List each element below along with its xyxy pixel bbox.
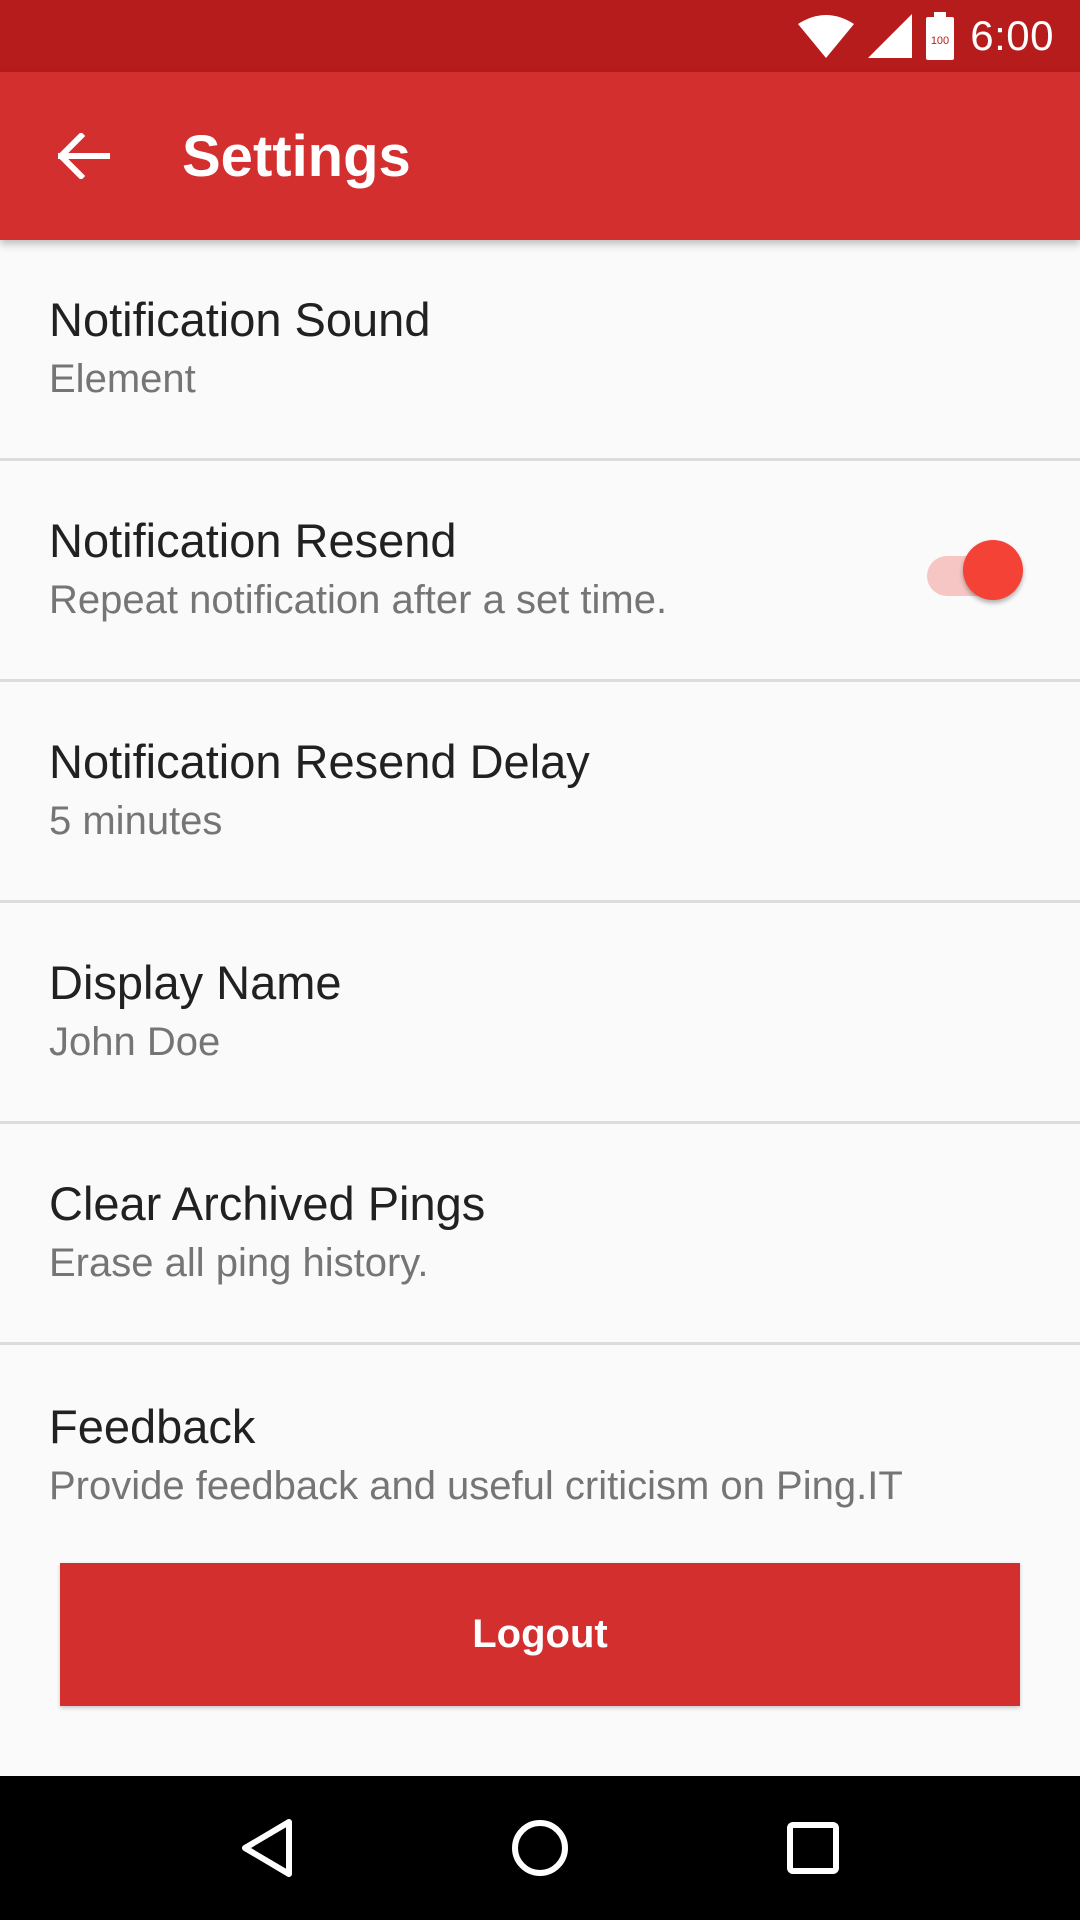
wifi-icon: [798, 14, 855, 58]
setting-summary: Provide feedback and useful criticism on…: [49, 1463, 903, 1508]
toggle-thumb: [963, 540, 1023, 600]
back-triangle-icon: [241, 1819, 292, 1877]
setting-summary: John Doe: [49, 1020, 221, 1064]
battery-level: 100: [931, 35, 949, 47]
recents-square-icon: [787, 1822, 840, 1874]
home-circle-icon: [511, 1820, 568, 1876]
logout-button[interactable]: Logout: [60, 1563, 1020, 1706]
setting-title: Display Name: [49, 956, 342, 1009]
setting-summary: Repeat notification after a set time.: [49, 578, 668, 622]
setting-notification-resend[interactable]: Notification Resend Repeat notification …: [0, 461, 1080, 682]
setting-summary: 5 minutes: [49, 799, 223, 843]
arrow-left-icon: [58, 133, 110, 179]
battery-icon: 100: [926, 12, 955, 60]
cell-signal-icon: [868, 14, 913, 58]
nav-home-button[interactable]: [480, 1788, 600, 1908]
setting-title: Feedback: [49, 1399, 256, 1453]
setting-title: Notification Resend Delay: [49, 735, 590, 788]
setting-notification-resend-delay[interactable]: Notification Resend Delay 5 minutes: [0, 682, 1080, 903]
navigation-bar: [0, 1776, 1080, 1920]
settings-list: Notification Sound Element Notification …: [0, 240, 1080, 1566]
setting-title: Notification Resend: [49, 514, 457, 567]
setting-display-name[interactable]: Display Name John Doe: [0, 903, 1080, 1124]
nav-recents-button[interactable]: [753, 1788, 873, 1908]
setting-title: Clear Archived Pings: [49, 1177, 486, 1230]
setting-notification-sound[interactable]: Notification Sound Element: [0, 240, 1080, 461]
setting-summary: Erase all ping history.: [49, 1241, 429, 1285]
app-bar: Settings: [0, 72, 1080, 240]
setting-summary: Element: [49, 357, 196, 401]
nav-back-button[interactable]: [207, 1788, 327, 1908]
setting-title: Notification Sound: [49, 293, 431, 346]
notification-resend-toggle[interactable]: [927, 540, 1023, 600]
page-title: Settings: [182, 123, 411, 189]
setting-feedback[interactable]: Feedback Provide feedback and useful cri…: [0, 1345, 1080, 1566]
back-button[interactable]: [24, 96, 144, 216]
setting-clear-archived-pings[interactable]: Clear Archived Pings Erase all ping hist…: [0, 1124, 1080, 1345]
status-time: 6:00: [970, 12, 1054, 59]
status-bar: 100 6:00: [0, 0, 1080, 72]
